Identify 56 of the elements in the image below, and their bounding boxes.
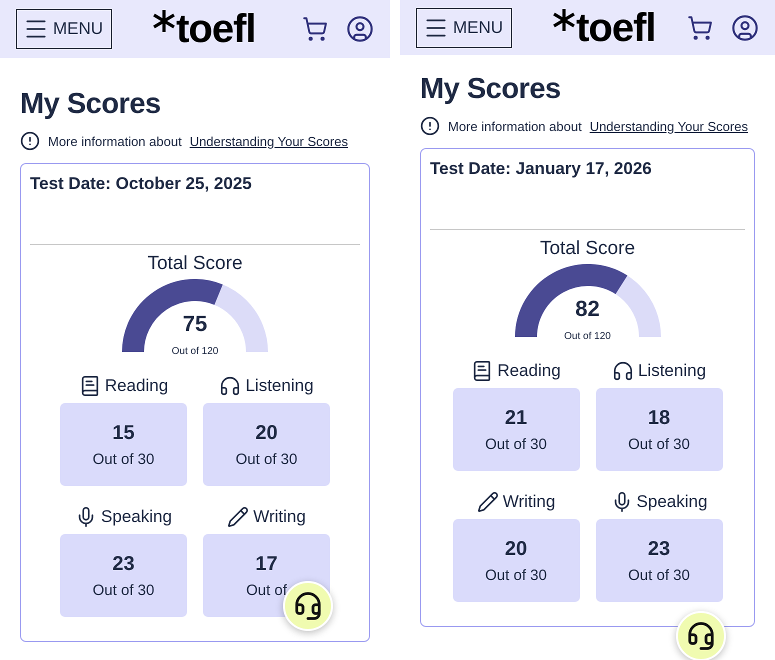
total-out-of: Out of 120 <box>564 331 611 342</box>
section-out-of: Out of 30 <box>485 566 547 584</box>
section-label: Writing <box>253 507 306 527</box>
section-out-of: Out of 30 <box>92 450 154 468</box>
scores-link[interactable]: Understanding Your Scores <box>190 134 348 148</box>
test-date: Test Date: October 25, 2025 <box>30 174 252 193</box>
cart-icon[interactable] <box>302 16 328 42</box>
section-score: 23 <box>648 538 670 560</box>
section-out-of: Out of <box>246 582 287 598</box>
section-label: Reading <box>497 361 561 381</box>
total-score-label: Total Score <box>540 238 636 260</box>
chat-support-button[interactable] <box>676 611 726 660</box>
total-score: 82 <box>575 296 600 321</box>
logo: toefl <box>576 8 656 48</box>
section-label: Reading <box>104 376 168 396</box>
section-score: 20 <box>504 538 528 560</box>
section-label: Speaking <box>101 507 172 527</box>
info-icon <box>420 116 440 136</box>
section-out-of: Out of 30 <box>236 450 298 468</box>
info-icon <box>20 131 40 151</box>
asterisk-icon <box>552 8 576 32</box>
section-score: 15 <box>112 422 135 444</box>
menu-button[interactable]: MENU <box>16 9 112 49</box>
logo: toefl <box>176 9 256 49</box>
section-score: 21 <box>504 406 528 430</box>
test-date: Test Date: January 17, 2026 <box>430 159 652 178</box>
section-score: 18 <box>648 406 670 430</box>
user-icon[interactable] <box>731 14 759 42</box>
section-label: Listening <box>245 376 314 396</box>
cart-icon[interactable] <box>687 14 713 40</box>
pencil-icon <box>476 491 499 513</box>
user-icon[interactable] <box>346 15 374 43</box>
section-label: Speaking <box>636 492 708 512</box>
info-text: More information about <box>448 118 582 134</box>
headphones-icon <box>612 360 634 382</box>
total-out-of: Out of 120 <box>172 346 218 357</box>
section-score: 17 <box>255 552 278 576</box>
section-label: Listening <box>638 361 706 381</box>
headphones-icon <box>219 375 242 397</box>
total-score: 75 <box>182 311 208 336</box>
section-out-of: Out of 30 <box>92 582 154 598</box>
info-text: More information about <box>48 134 182 148</box>
section-score: 20 <box>255 422 278 444</box>
section-out-of: Out of 30 <box>628 566 690 584</box>
asterisk-icon <box>152 9 176 33</box>
section-out-of: Out of 30 <box>485 436 547 452</box>
menu-button[interactable]: MENU <box>416 8 512 48</box>
scores-link[interactable]: Understanding Your Scores <box>590 118 748 134</box>
section-out-of: Out of 30 <box>628 436 690 452</box>
section-score: 23 <box>112 552 135 576</box>
page-title: My Scores <box>420 73 562 106</box>
total-score-label: Total Score <box>147 253 243 275</box>
headset-icon <box>686 621 716 651</box>
pencil-icon <box>227 506 250 528</box>
page-title: My Scores <box>20 88 162 121</box>
section-label: Writing <box>502 492 556 512</box>
